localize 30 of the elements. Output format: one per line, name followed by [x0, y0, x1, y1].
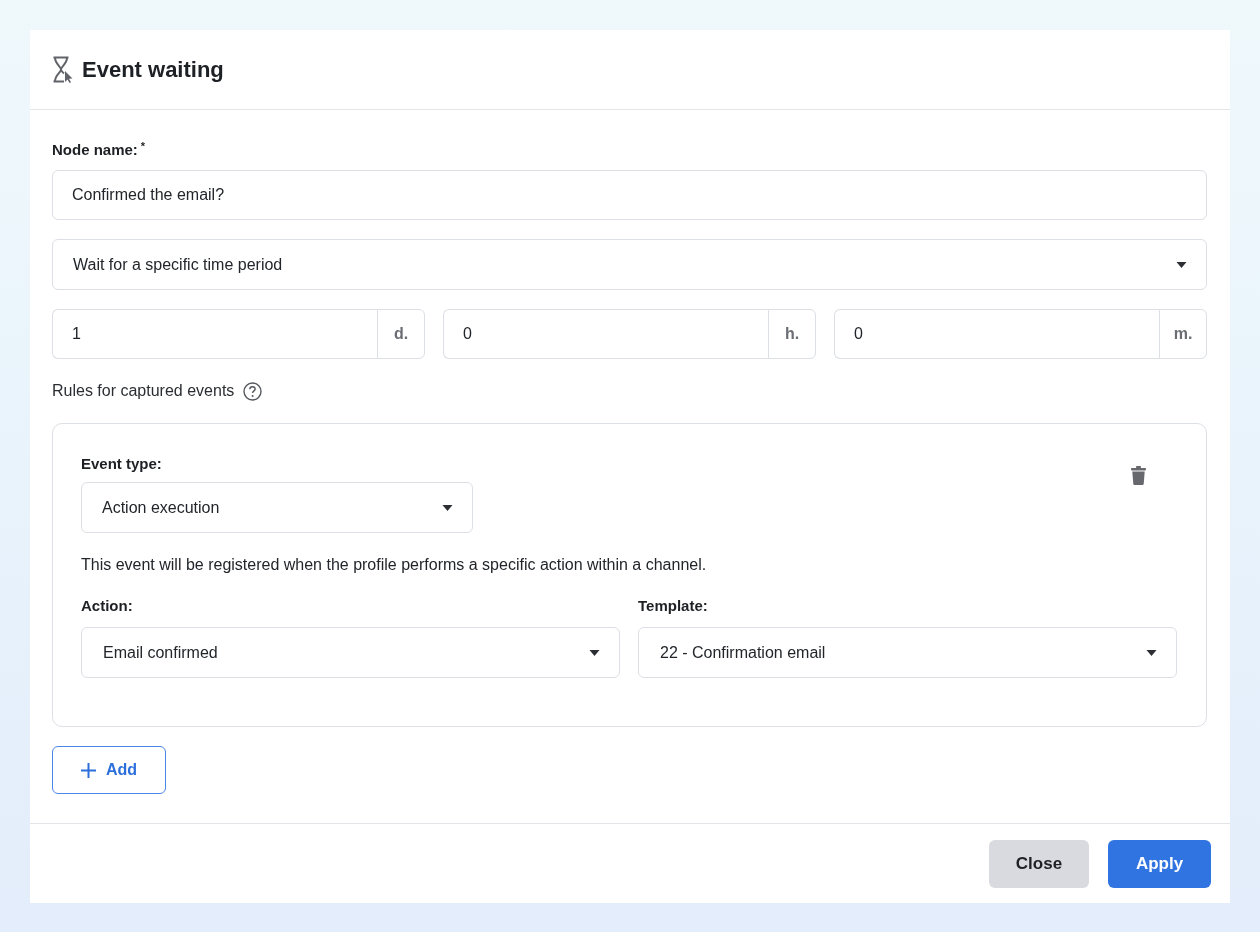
plus-icon	[80, 762, 96, 778]
text-field[interactable]: Confirmed the email?	[52, 170, 1207, 220]
dropdown[interactable]: Email confirmed	[81, 627, 620, 678]
caret-icon	[1146, 649, 1157, 656]
field-label: Template:	[638, 596, 708, 616]
close-button[interactable]: Close	[989, 839, 1089, 888]
add-button[interactable]: Add	[52, 746, 166, 794]
caret-icon	[589, 649, 600, 656]
dropdown[interactable]: Action execution	[81, 482, 473, 533]
caret-icon	[442, 504, 453, 511]
help-icon[interactable]	[243, 381, 263, 401]
number-field[interactable]: 0	[834, 309, 1159, 359]
caret-icon	[1176, 261, 1187, 268]
field-label: Event type:	[81, 454, 162, 474]
dialog-title: Event waiting	[82, 56, 224, 83]
field-label: Node name:	[52, 140, 138, 160]
unit-label: d.	[377, 309, 425, 359]
unit-label: m.	[1159, 309, 1207, 359]
field-label: Action:	[81, 596, 133, 616]
section-label: Rules for captured events	[52, 382, 235, 400]
hourglass-cursor-icon	[52, 56, 73, 83]
trash-icon[interactable]	[1131, 466, 1146, 485]
description-text: This event will be registered when the profile performs a specific action within a channel.	[81, 555, 708, 575]
apply-button[interactable]: Apply	[1108, 839, 1211, 888]
unit-label: h.	[768, 309, 816, 359]
dropdown[interactable]: Wait for a specific time period	[52, 239, 1207, 290]
dropdown[interactable]: 22 - Confirmation email	[638, 627, 1177, 678]
required-mark: *	[140, 140, 146, 152]
number-field[interactable]: 1	[52, 309, 377, 359]
number-field[interactable]: 0	[443, 309, 768, 359]
